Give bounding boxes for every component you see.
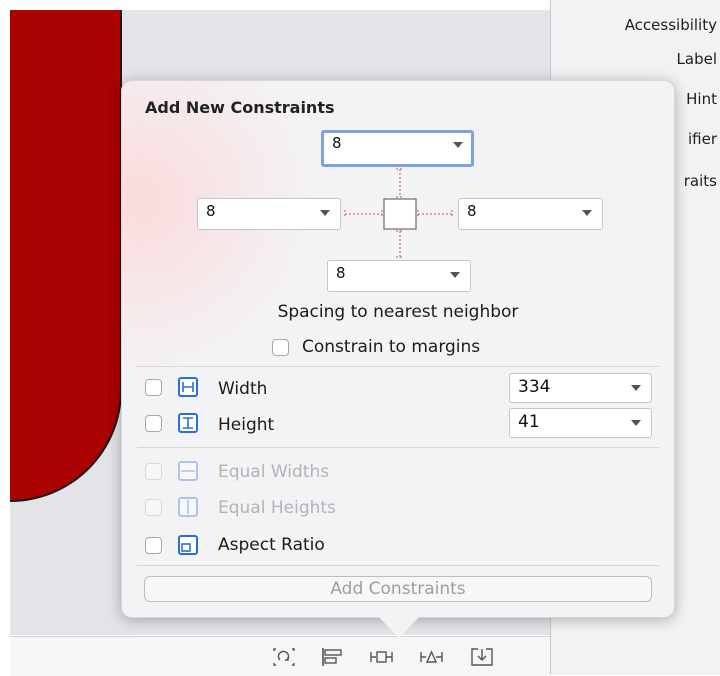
height-label: Height [218,415,275,435]
height-icon [178,413,198,433]
spacing-caption: Spacing to nearest neighbor [277,302,519,322]
divider [137,447,659,448]
left-spacing-value: 8 [206,202,216,220]
inspector-label-accessibility: Accessibility [624,16,717,34]
inspector-label-hint: Hint [686,90,717,108]
update-frames-icon[interactable] [272,647,296,667]
width-label: Width [218,379,268,399]
constrain-margins-label: Constrain to margins [302,337,481,357]
window-edge [0,0,10,675]
chevron-down-icon [631,385,641,391]
right-spacing-dropdown[interactable]: 8 [458,198,603,230]
add-constraints-button[interactable]: Add Constraints [144,576,652,602]
embed-in-icon[interactable] [470,647,494,667]
chevron-down-icon [631,420,641,426]
inspector-label-label: Label [676,50,717,68]
height-checkbox[interactable] [145,415,162,432]
top-spacing-value: 8 [332,134,342,152]
bottom-spacing-dropdown[interactable]: 8 [327,260,471,292]
height-value: 41 [518,412,540,432]
height-value-dropdown[interactable]: 41 [509,408,652,438]
inspector-label-traits: raits [683,172,717,190]
chevron-down-icon [582,210,592,216]
width-value-dropdown[interactable]: 334 [509,373,652,403]
width-icon [178,377,198,397]
add-constraints-icon[interactable] [370,647,394,667]
view-shape[interactable] [10,10,122,502]
width-value: 334 [518,377,551,397]
popover-arrow [378,616,420,638]
aspect-ratio-icon [178,535,198,555]
aspect-ratio-checkbox[interactable] [145,537,162,554]
equal-heights-icon [178,497,198,517]
width-checkbox[interactable] [145,379,162,396]
chevron-down-icon [320,210,330,216]
equal-heights-label: Equal Heights [218,498,336,518]
canvas-toolbar [10,636,550,676]
top-spacing-dropdown[interactable]: 8 [321,130,474,167]
right-spacing-value: 8 [467,202,477,220]
constrain-margins-checkbox[interactable] [272,339,289,356]
divider [137,366,659,367]
equal-widths-checkbox[interactable] [145,463,162,480]
divider [137,565,659,566]
align-icon[interactable] [320,647,344,667]
aspect-ratio-label: Aspect Ratio [218,535,325,555]
equal-heights-checkbox[interactable] [145,499,162,516]
equal-widths-icon [178,461,198,481]
bottom-spacing-value: 8 [336,264,346,282]
left-spacing-dropdown[interactable]: 8 [197,198,341,230]
chevron-down-icon [453,142,463,148]
chevron-down-icon [450,272,460,278]
spacing-struts-diagram [344,168,453,258]
inspector-label-identifier: ifier [687,130,717,148]
resolve-issues-icon[interactable] [420,647,444,667]
equal-widths-label: Equal Widths [218,462,330,482]
popover-title: Add New Constraints [145,98,335,117]
